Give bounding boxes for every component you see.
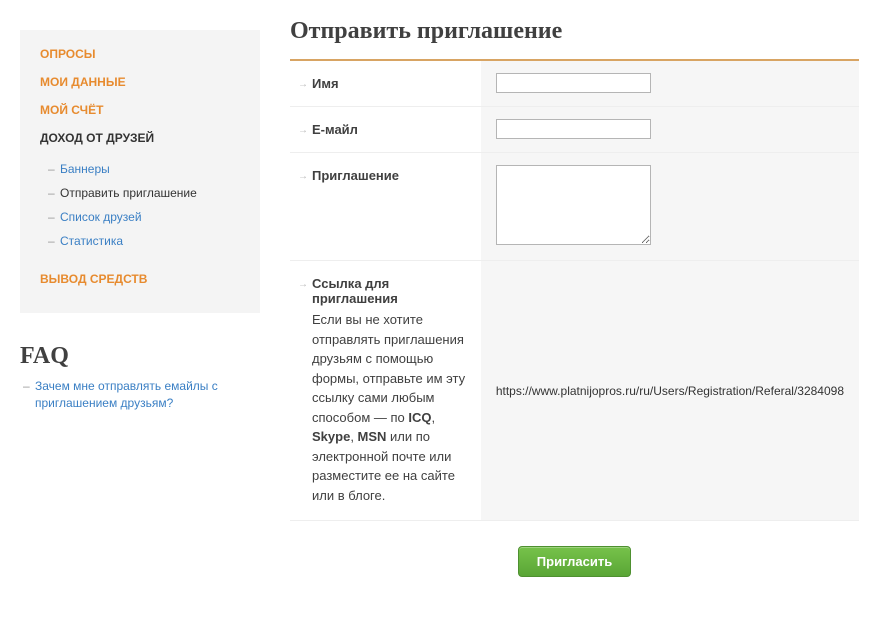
sidebar-sub-statistics[interactable]: Статистика	[20, 229, 260, 253]
sidebar-item-mydata[interactable]: МОИ ДАННЫЕ	[20, 68, 260, 96]
desc-part: ,	[350, 429, 357, 444]
name-label-cell: → Имя	[290, 61, 481, 107]
referral-link-desc: Если вы не хотите отправлять приглашения…	[312, 310, 471, 505]
sidebar-item-account[interactable]: МОЙ СЧЁТ	[20, 96, 260, 124]
page-title: Отправить приглашение	[290, 0, 859, 59]
invitation-form: → Имя → Е-майл → Приглашение	[290, 61, 859, 521]
sidebar-submenu: Баннеры Отправить приглашение Список дру…	[20, 152, 260, 265]
arrow-icon: →	[298, 79, 308, 90]
referral-label-cell: → Ссылка для приглашения Если вы не хоти…	[290, 261, 481, 521]
desc-bold: ICQ	[408, 410, 431, 425]
sidebar-sub-friends-list[interactable]: Список друзей	[20, 205, 260, 229]
email-label: Е-майл	[312, 122, 358, 137]
faq-item: Зачем мне отправлять емайлы с приглашени…	[20, 378, 260, 412]
sidebar-sub-send-invitation[interactable]: Отправить приглашение	[20, 181, 260, 205]
invitation-label: Приглашение	[312, 168, 399, 183]
sidebar-sub-banners[interactable]: Баннеры	[20, 157, 260, 181]
desc-bold: MSN	[358, 429, 387, 444]
sidebar-item-referral-income[interactable]: ДОХОД ОТ ДРУЗЕЙ	[20, 124, 260, 152]
sidebar-item-withdraw[interactable]: ВЫВОД СРЕДСТВ	[20, 265, 260, 293]
desc-part: Если вы не хотите отправлять приглашения…	[312, 312, 465, 425]
arrow-icon: →	[298, 125, 308, 136]
referral-link-text[interactable]: https://www.platnijopros.ru/ru/Users/Reg…	[496, 384, 844, 398]
sidebar-item-surveys[interactable]: ОПРОСЫ	[20, 40, 260, 68]
email-label-cell: → Е-майл	[290, 107, 481, 153]
sidebar-menu: ОПРОСЫ МОИ ДАННЫЕ МОЙ СЧЁТ ДОХОД ОТ ДРУЗ…	[20, 30, 260, 313]
email-input[interactable]	[496, 119, 651, 139]
arrow-icon: →	[298, 279, 308, 290]
arrow-icon: →	[298, 171, 308, 182]
desc-bold: Skype	[312, 429, 350, 444]
invitation-textarea[interactable]	[496, 165, 651, 245]
faq-link[interactable]: Зачем мне отправлять емайлы с приглашени…	[35, 379, 218, 410]
desc-part: ,	[432, 410, 436, 425]
faq-title: FAQ	[20, 343, 260, 370]
invitation-label-cell: → Приглашение	[290, 153, 481, 261]
name-input[interactable]	[496, 73, 651, 93]
faq-section: FAQ Зачем мне отправлять емайлы с пригла…	[20, 343, 260, 412]
name-label: Имя	[312, 76, 339, 91]
submit-row: Пригласить	[290, 521, 859, 602]
referral-link-label: Ссылка для приглашения	[312, 276, 398, 306]
submit-button[interactable]: Пригласить	[518, 546, 631, 577]
